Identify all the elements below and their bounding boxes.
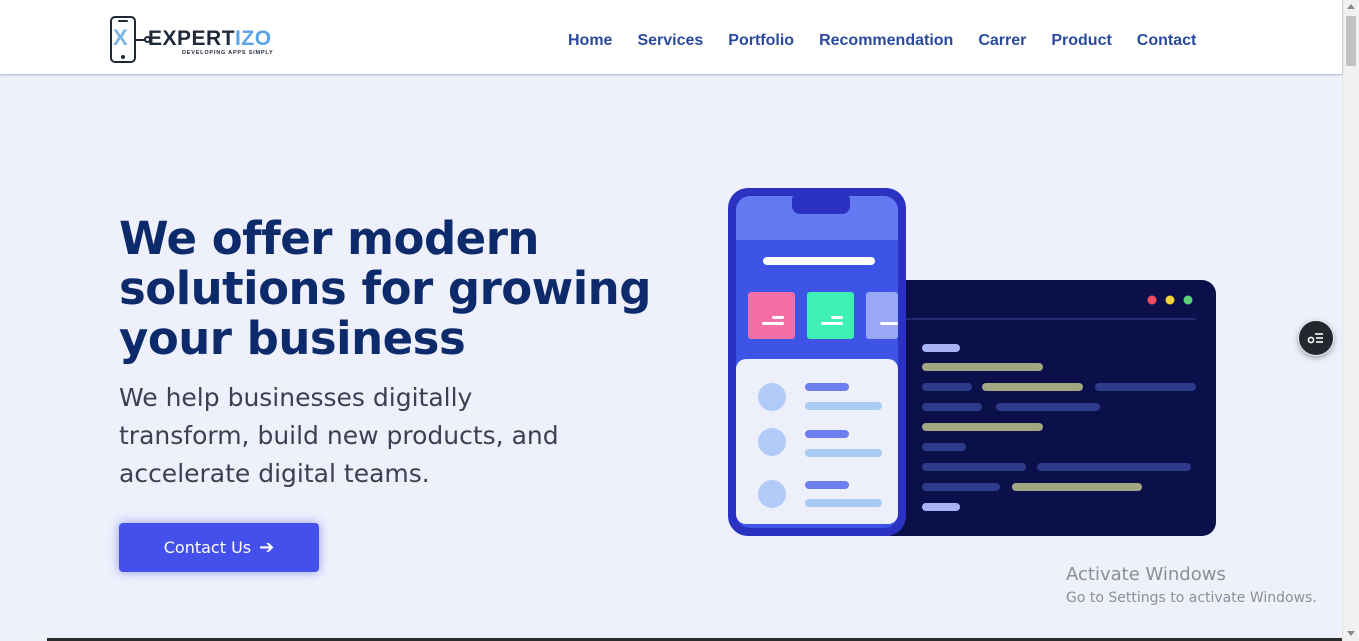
scrollbar-thumb[interactable] [1346, 16, 1356, 66]
window-dot-yellow [1165, 295, 1175, 305]
nav-link-product[interactable]: Product [1051, 31, 1111, 51]
nav-link-home[interactable]: Home [568, 31, 612, 51]
nav-link-carrer[interactable]: Carrer [978, 31, 1026, 51]
brand-name: EXPERTIZO [148, 27, 272, 50]
window-dot-red [1147, 295, 1157, 305]
hero-title: We offer modern solutions for growing yo… [119, 212, 651, 365]
floating-menu-button[interactable] [1298, 320, 1334, 356]
activate-subtitle: Go to Settings to activate Windows. [1066, 590, 1317, 606]
arrow-right-icon: ➔ [259, 537, 275, 558]
brand-logo[interactable]: X EXPERTIZO DEVELOPING APPS SIMPLY [108, 14, 293, 66]
logo-mark: X [113, 25, 128, 50]
scroll-down-icon[interactable] [1347, 631, 1355, 636]
windows-activation-watermark: Activate Windows Go to Settings to activ… [1066, 564, 1317, 609]
hero-illustration [728, 188, 1216, 536]
window-dot-green [1183, 295, 1193, 305]
menu-list-icon [1307, 333, 1323, 344]
nav-link-recommendation[interactable]: Recommendation [819, 31, 953, 51]
nav-link-services[interactable]: Services [637, 31, 703, 51]
nav-link-portfolio[interactable]: Portfolio [728, 31, 794, 51]
activate-title: Activate Windows [1066, 564, 1226, 585]
contact-us-button[interactable]: Contact Us ➔ [119, 523, 319, 572]
page-scrollbar[interactable] [1342, 0, 1359, 641]
hero-subtitle: We help businesses digitally transform, … [119, 383, 559, 488]
main-nav: Home Services Portfolio Recommendation C… [568, 31, 1221, 51]
nav-link-contact[interactable]: Contact [1137, 31, 1197, 51]
code-window-illustration [876, 280, 1216, 536]
site-header: X EXPERTIZO DEVELOPING APPS SIMPLY Home … [0, 0, 1342, 74]
scroll-up-icon[interactable] [1347, 4, 1355, 9]
phone-mockup-illustration [728, 188, 906, 536]
contact-us-label: Contact Us [163, 538, 252, 557]
brand-tagline: DEVELOPING APPS SIMPLY [182, 50, 274, 56]
